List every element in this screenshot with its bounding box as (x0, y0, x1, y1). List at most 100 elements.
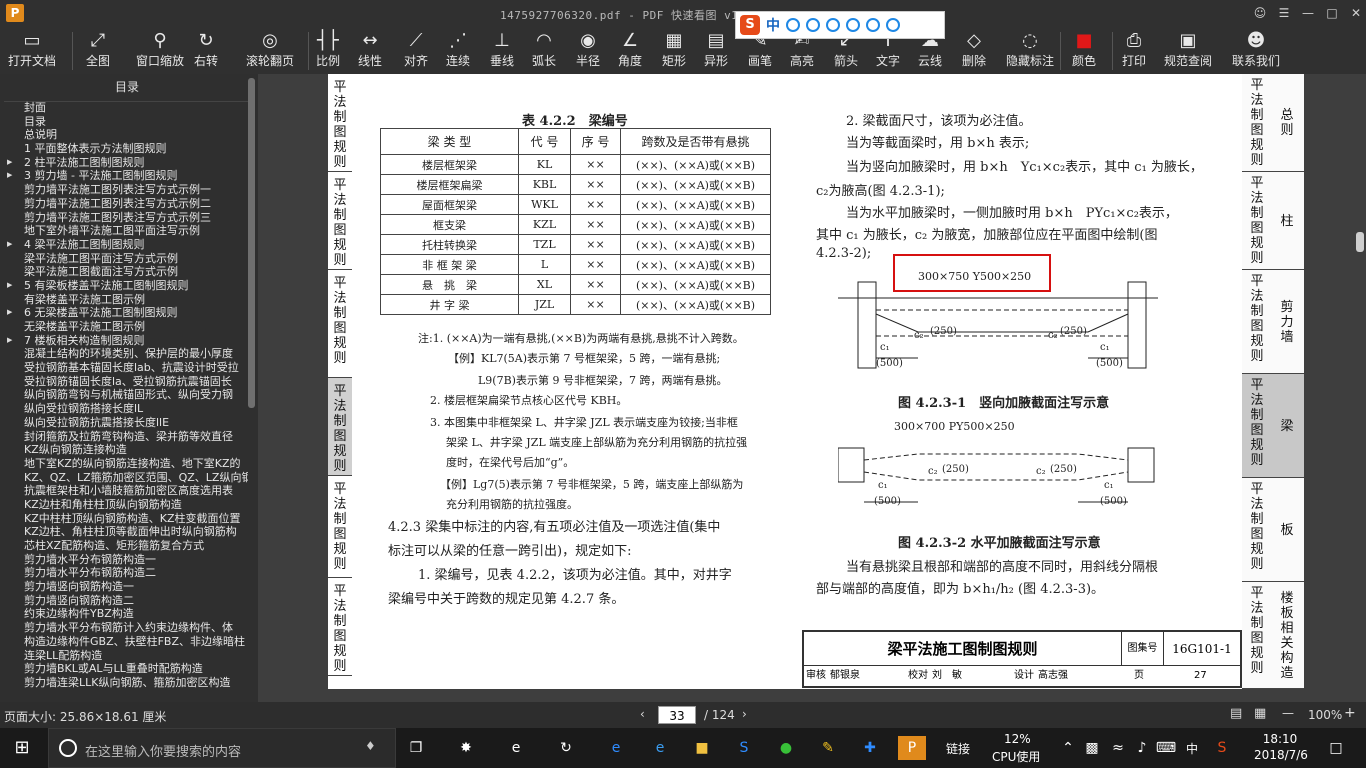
ime-mode[interactable]: 中 (766, 15, 780, 35)
toc-item[interactable]: 剪力墙竖向钢筋构造二 (0, 594, 248, 608)
toc-item[interactable]: 纵向受拉钢筋抗震搭接长度llE (0, 416, 248, 430)
battery-icon[interactable]: ▩ (1080, 736, 1104, 760)
toc-item[interactable]: 纵向受拉钢筋搭接长度lL (0, 402, 248, 416)
toc-item[interactable]: 剪力墙平法施工图列表注写方式示例一 (0, 183, 248, 197)
menu-icon[interactable]: ☰ (1274, 6, 1294, 22)
toc-item[interactable]: 剪力墙水平分布钢筋构造二 (0, 566, 248, 580)
tool-ratio-button[interactable]: ┤├ 比例 (316, 30, 340, 72)
right-section-tab[interactable]: 平法制图规则 总则 (1242, 74, 1304, 172)
toc-item[interactable]: 封面 (0, 101, 248, 115)
ime-emoji-icon[interactable] (806, 18, 820, 32)
right-section-tab[interactable]: 平法制图规则 梁 (1242, 374, 1304, 478)
sogou-tray-icon[interactable]: S (1210, 736, 1234, 760)
toc-item[interactable]: 有梁楼盖平法施工图示例 (0, 293, 248, 307)
toc-item[interactable]: 2 柱平法施工图制图规则 (0, 156, 248, 170)
tool-chain-button[interactable]: ⋰ 连续 (446, 30, 470, 72)
tool-spec-button[interactable]: ▣ 规范查阅 (1164, 30, 1212, 72)
toc-item[interactable]: KZ边柱和角柱柱顶纵向钢筋构造 (0, 498, 248, 512)
keyboard-icon[interactable]: ⌨ (1154, 736, 1178, 760)
tool-arc-button[interactable]: ◠ 弧长 (532, 30, 556, 72)
tool-rect-button[interactable]: ▦ 矩形 (662, 30, 686, 72)
tool-contact-button[interactable]: ☻ 联系我们 (1232, 30, 1280, 72)
left-section-tab[interactable]: 平法制图规则 (328, 172, 352, 270)
tool-color-button[interactable]: ■ 颜色 (1072, 30, 1096, 72)
toc-item[interactable]: 受拉钢筋基本锚固长度lab、抗震设计时受拉 (0, 361, 248, 375)
edge-legacy-icon[interactable]: e (504, 736, 528, 760)
toc-item[interactable]: 芯柱XZ配筋构造、矩形箍筋复合方式 (0, 539, 248, 553)
toc-scrollbar[interactable] (248, 78, 255, 408)
user-icon[interactable]: ☺ (1250, 6, 1270, 22)
clock-date[interactable]: 2018/7/6 (1246, 748, 1316, 762)
tool-full-button[interactable]: ⤢ 全图 (86, 30, 110, 72)
prev-page-icon[interactable]: ‹ (640, 707, 645, 721)
ime-settings-icon[interactable] (886, 18, 900, 32)
ie-icon[interactable]: e (648, 736, 672, 760)
toc-item[interactable]: 剪力墙BKL或AL与LL重叠时配筋构造 (0, 662, 248, 676)
viewer-scrollbar[interactable] (1356, 232, 1364, 252)
single-page-icon[interactable]: ▤ (1230, 706, 1242, 721)
clock-time[interactable]: 18:10 (1250, 732, 1310, 746)
tool-linear-button[interactable]: ↔ 线性 (358, 30, 382, 72)
toc-item[interactable]: KZ中柱柱顶纵向钢筋构造、KZ柱变截面位置 (0, 512, 248, 526)
page-number-input[interactable]: 33 (658, 706, 696, 724)
toc-item[interactable]: 6 无梁楼盖平法施工图制图规则 (0, 306, 248, 320)
tool-print-button[interactable]: ⎙ 打印 (1122, 30, 1146, 72)
left-section-tab[interactable]: 平法制图规则 (328, 578, 352, 676)
toc-item[interactable]: 地下室外墙平法施工图平面注写示例 (0, 224, 248, 238)
sogou-browser-icon[interactable]: S (732, 736, 756, 760)
toc-item[interactable]: 总说明 (0, 128, 248, 142)
left-section-tab[interactable]: 平法制图规则 (328, 476, 352, 578)
toc-item[interactable]: 剪力墙水平分布钢筋计入约束边缘构件、体 (0, 621, 248, 635)
ime-keyboard-icon[interactable] (846, 18, 860, 32)
tool-align-button[interactable]: ⟋ 对齐 (404, 30, 428, 72)
toc-item[interactable]: 4 梁平法施工图制图规则 (0, 238, 248, 252)
right-section-tab[interactable]: 平法制图规则 楼板相关构造 (1242, 582, 1304, 689)
toc-item[interactable]: KZ、QZ、LZ箍筋加密区范围、QZ、LZ纵向钢筋 (0, 471, 248, 485)
toc-item[interactable]: 约束边缘构件YBZ构造 (0, 607, 248, 621)
volume-icon[interactable]: ♪ (1130, 736, 1154, 760)
toc-item[interactable]: 5 有梁板楼盖平法施工图制图规则 (0, 279, 248, 293)
toc-item[interactable]: 受拉钢筋锚固长度la、受拉钢筋抗震锚固长 (0, 375, 248, 389)
toc-item[interactable]: KZ纵向钢筋连接构造 (0, 443, 248, 457)
ime-voice-icon[interactable] (826, 18, 840, 32)
tool-app-icon[interactable]: ✚ (858, 736, 882, 760)
notes-icon[interactable]: ✎ (816, 736, 840, 760)
edge-icon[interactable]: e (604, 736, 628, 760)
toc-item[interactable]: 剪力墙平法施工图列表注写方式示例三 (0, 211, 248, 225)
close-button[interactable]: ✕ (1346, 6, 1366, 22)
right-section-tab[interactable]: 平法制图规则 板 (1242, 478, 1304, 582)
pinwheel-app-icon[interactable]: ✸ (454, 736, 478, 760)
left-section-tab[interactable]: 平法制图规则 (328, 74, 352, 172)
toc-item[interactable]: 3 剪力墙 - 平法施工图制图规则 (0, 169, 248, 183)
tool-radius-button[interactable]: ◉ 半径 (576, 30, 600, 72)
ime-skin-icon[interactable] (866, 18, 880, 32)
microphone-icon[interactable]: ♦ (365, 739, 376, 753)
tool-perp-button[interactable]: ⊥ 垂线 (490, 30, 514, 72)
toc-item[interactable]: 1 平面整体表示方法制图规则 (0, 142, 248, 156)
maximize-button[interactable]: □ (1322, 6, 1342, 22)
toc-item[interactable]: 地下室KZ的纵向钢筋连接构造、地下室KZ的 (0, 457, 248, 471)
toc-item[interactable]: 剪力墙连梁LLK纵向钢筋、箍筋加密区构造 (0, 676, 248, 690)
windows-start-icon[interactable]: ⊞ (10, 736, 34, 760)
tool-hide-button[interactable]: ◌ 隐藏标注 (1006, 30, 1054, 72)
toc-item[interactable]: 纵向钢筋弯钩与机械锚固形式、纵向受力钢 (0, 388, 248, 402)
wifi-icon[interactable]: ≈ (1106, 736, 1130, 760)
ime-punct-icon[interactable] (786, 18, 800, 32)
360-icon[interactable]: ● (774, 736, 798, 760)
toc-item[interactable]: 7 楼板相关构造制图规则 (0, 334, 248, 348)
toc-item[interactable]: 梁平法施工图平面注写方式示例 (0, 252, 248, 266)
toc-item[interactable]: 目录 (0, 115, 248, 129)
toc-item[interactable]: 剪力墙竖向钢筋构造一 (0, 580, 248, 594)
pdf-viewer-taskbar-icon[interactable]: P (898, 736, 926, 760)
right-section-tab[interactable]: 平法制图规则 柱 (1242, 172, 1304, 270)
toc-item[interactable]: KZ边柱、角柱柱顶等截面伸出时纵向钢筋构 (0, 525, 248, 539)
tool-shape-button[interactable]: ▤ 异形 (704, 30, 728, 72)
file-explorer-icon[interactable]: ■ (690, 736, 714, 760)
taskbar-link-label[interactable]: 链接 (946, 740, 970, 757)
toc-item[interactable]: 混凝土结构的环境类别、保护层的最小厚度 (0, 347, 248, 361)
toc-item[interactable]: 剪力墙平法施工图列表注写方式示例二 (0, 197, 248, 211)
zoom-in-icon[interactable]: + (1344, 705, 1356, 721)
left-section-tab[interactable]: 平法制图规则 (328, 270, 352, 378)
continuous-page-icon[interactable]: ▦ (1254, 706, 1266, 721)
browser-icon[interactable]: ↻ (554, 736, 578, 760)
